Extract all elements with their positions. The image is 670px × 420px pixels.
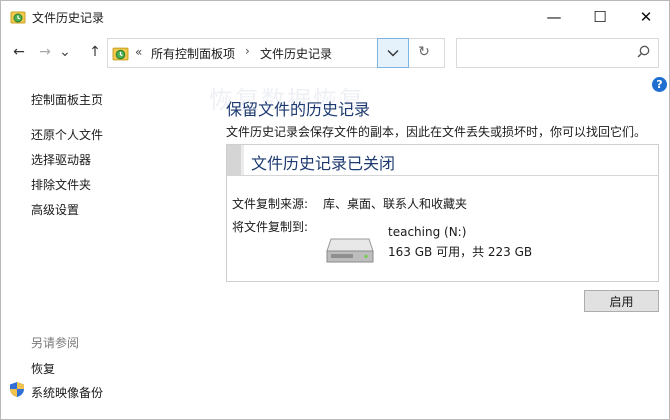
search-box[interactable] [456, 38, 659, 68]
file-history-icon [112, 47, 129, 61]
see-also-heading: 另请参阅 [31, 336, 80, 350]
refresh-button[interactable]: ↻ [414, 44, 434, 64]
see-also-system-image-backup-link[interactable]: 系统映像备份 [31, 384, 103, 401]
help-icon[interactable]: ? [652, 77, 667, 92]
address-overflow-button[interactable]: « [135, 45, 142, 59]
breadcrumb-separator-icon[interactable]: › [245, 44, 250, 58]
source-label: 文件复制来源: [232, 197, 309, 211]
search-icon[interactable] [637, 45, 650, 58]
title-bar: 文件历史记录 — ☐ ✕ [1, 1, 669, 33]
minimize-button[interactable]: — [531, 1, 577, 32]
drive-name: teaching (N:) [388, 225, 467, 239]
page-title: 保留文件的历史记录 [226, 100, 371, 119]
status-panel: 文件历史记录已关闭 文件复制来源: 库、桌面、联系人和收藏夹 将文件复制到: t… [226, 144, 659, 282]
sidebar-item-restore-personal-files[interactable]: 还原个人文件 [31, 126, 103, 143]
address-dropdown-button[interactable] [377, 38, 409, 68]
shield-icon [10, 382, 24, 397]
chevron-down-icon [387, 50, 399, 57]
navigation-bar: ← → ⌄ ↑ « 所有控制面板项 › 文件历史记录 ↻ [1, 33, 669, 73]
sidebar-item-control-panel-home[interactable]: 控制面板主页 [31, 91, 103, 108]
window-title: 文件历史记录 [32, 11, 105, 25]
see-also-recovery-link[interactable]: 恢复 [31, 360, 55, 377]
drive-space: 163 GB 可用，共 223 GB [388, 245, 533, 259]
hard-drive-icon [326, 238, 374, 263]
maximize-button[interactable]: ☐ [577, 1, 623, 32]
back-button[interactable]: ← [9, 42, 29, 62]
address-bar[interactable]: « 所有控制面板项 › 文件历史记录 ↻ [107, 38, 445, 68]
enable-button[interactable]: 启用 [584, 290, 659, 312]
forward-button[interactable]: → [35, 42, 55, 62]
breadcrumb-file-history[interactable]: 文件历史记录 [260, 45, 332, 62]
sidebar-item-exclude-folders[interactable]: 排除文件夹 [31, 176, 91, 193]
page-description: 文件历史记录会保存文件的副本，因此在文件丢失或损坏时，你可以找回它们。 [226, 125, 647, 139]
breadcrumb-all-control-panel-items[interactable]: 所有控制面板项 [151, 45, 235, 62]
source-value: 库、桌面、联系人和收藏夹 [323, 197, 468, 211]
sidebar-item-advanced-settings[interactable]: 高级设置 [31, 201, 79, 218]
recent-locations-button[interactable]: ⌄ [59, 42, 71, 62]
sidebar-item-select-drive[interactable]: 选择驱动器 [31, 151, 91, 168]
destination-label: 将文件复制到: [232, 220, 309, 234]
status-heading: 文件历史记录已关闭 [251, 154, 396, 173]
file-history-icon [10, 11, 26, 24]
up-button[interactable]: ↑ [85, 42, 105, 62]
status-indicator-bar [227, 145, 244, 175]
file-history-window: 文件历史记录 — ☐ ✕ ← → ⌄ ↑ « 所有控制面板项 › 文件历史记录 … [0, 0, 670, 420]
close-button[interactable]: ✕ [623, 1, 669, 32]
status-panel-header: 文件历史记录已关闭 [227, 145, 658, 176]
